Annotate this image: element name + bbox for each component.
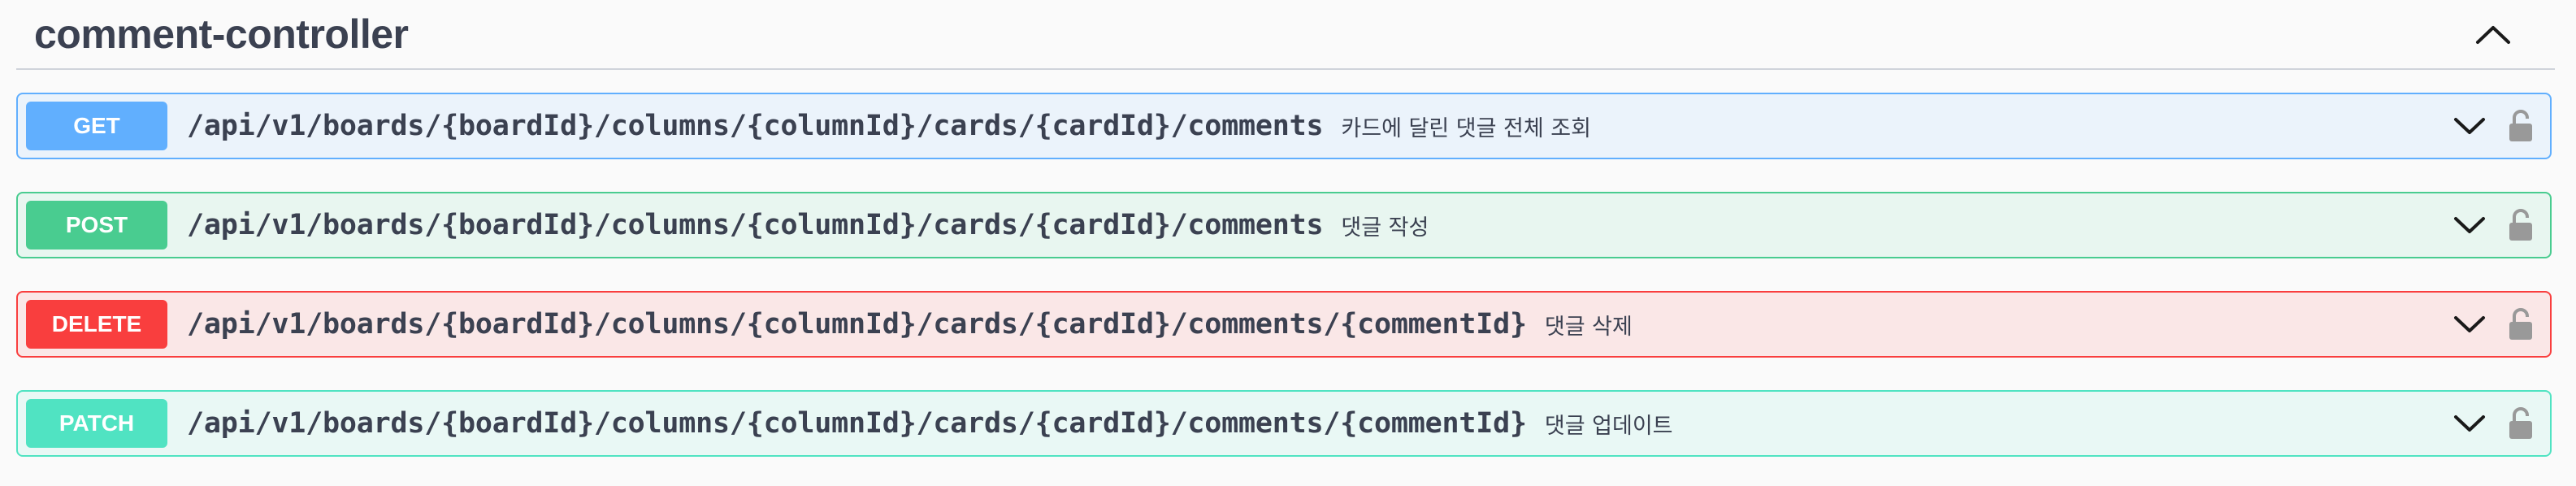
authorize-button[interactable] — [2506, 206, 2535, 244]
lock-icon — [2509, 407, 2532, 439]
authorize-button[interactable] — [2506, 107, 2535, 145]
operation-controls — [2451, 293, 2535, 356]
operation-patch-comment[interactable]: PATCH /api/v1/boards/{boardId}/columns/{… — [16, 390, 2552, 457]
operation-controls — [2451, 94, 2535, 158]
chevron-up-icon — [2476, 26, 2510, 44]
lock-icon — [2509, 308, 2532, 340]
method-badge-patch: PATCH — [26, 399, 167, 448]
collapse-section-button[interactable] — [2469, 18, 2517, 50]
method-badge-delete: DELETE — [26, 300, 167, 349]
operation-controls — [2451, 392, 2535, 455]
operation-summary: 댓글 작성 — [1341, 215, 1429, 241]
operation-summary: 카드에 달린 댓글 전체 조회 — [1341, 115, 1591, 141]
operation-path: /api/v1/boards/{boardId}/columns/{column… — [187, 209, 1324, 241]
lock-icon — [2509, 209, 2532, 241]
operation-delete-comment[interactable]: DELETE /api/v1/boards/{boardId}/columns/… — [16, 291, 2552, 358]
method-badge-post: POST — [26, 201, 167, 250]
chevron-down-icon — [2454, 316, 2485, 332]
operation-post-comment[interactable]: POST /api/v1/boards/{boardId}/columns/{c… — [16, 192, 2552, 258]
operation-summary: 댓글 업데이트 — [1544, 413, 1673, 439]
expand-operation-button[interactable] — [2451, 407, 2488, 440]
controller-title: comment-controller — [34, 11, 409, 57]
chevron-down-icon — [2454, 415, 2485, 432]
chevron-down-icon — [2454, 217, 2485, 233]
expand-operation-button[interactable] — [2451, 308, 2488, 341]
operation-path: /api/v1/boards/{boardId}/columns/{column… — [187, 308, 1527, 341]
authorize-button[interactable] — [2506, 306, 2535, 343]
lock-icon — [2509, 110, 2532, 141]
operation-summary: 댓글 삭제 — [1544, 314, 1633, 340]
comment-controller-section: comment-controller GET /api/v1/boards/{b… — [16, 0, 2555, 486]
expand-operation-button[interactable] — [2451, 110, 2488, 142]
chevron-down-icon — [2454, 118, 2485, 134]
operation-controls — [2451, 193, 2535, 257]
authorize-button[interactable] — [2506, 405, 2535, 442]
operation-get-comments[interactable]: GET /api/v1/boards/{boardId}/columns/{co… — [16, 93, 2552, 159]
controller-header[interactable]: comment-controller — [16, 0, 2555, 70]
operation-path: /api/v1/boards/{boardId}/columns/{column… — [187, 407, 1527, 440]
method-badge-get: GET — [26, 102, 167, 150]
expand-operation-button[interactable] — [2451, 209, 2488, 241]
operation-path: /api/v1/boards/{boardId}/columns/{column… — [187, 110, 1324, 142]
